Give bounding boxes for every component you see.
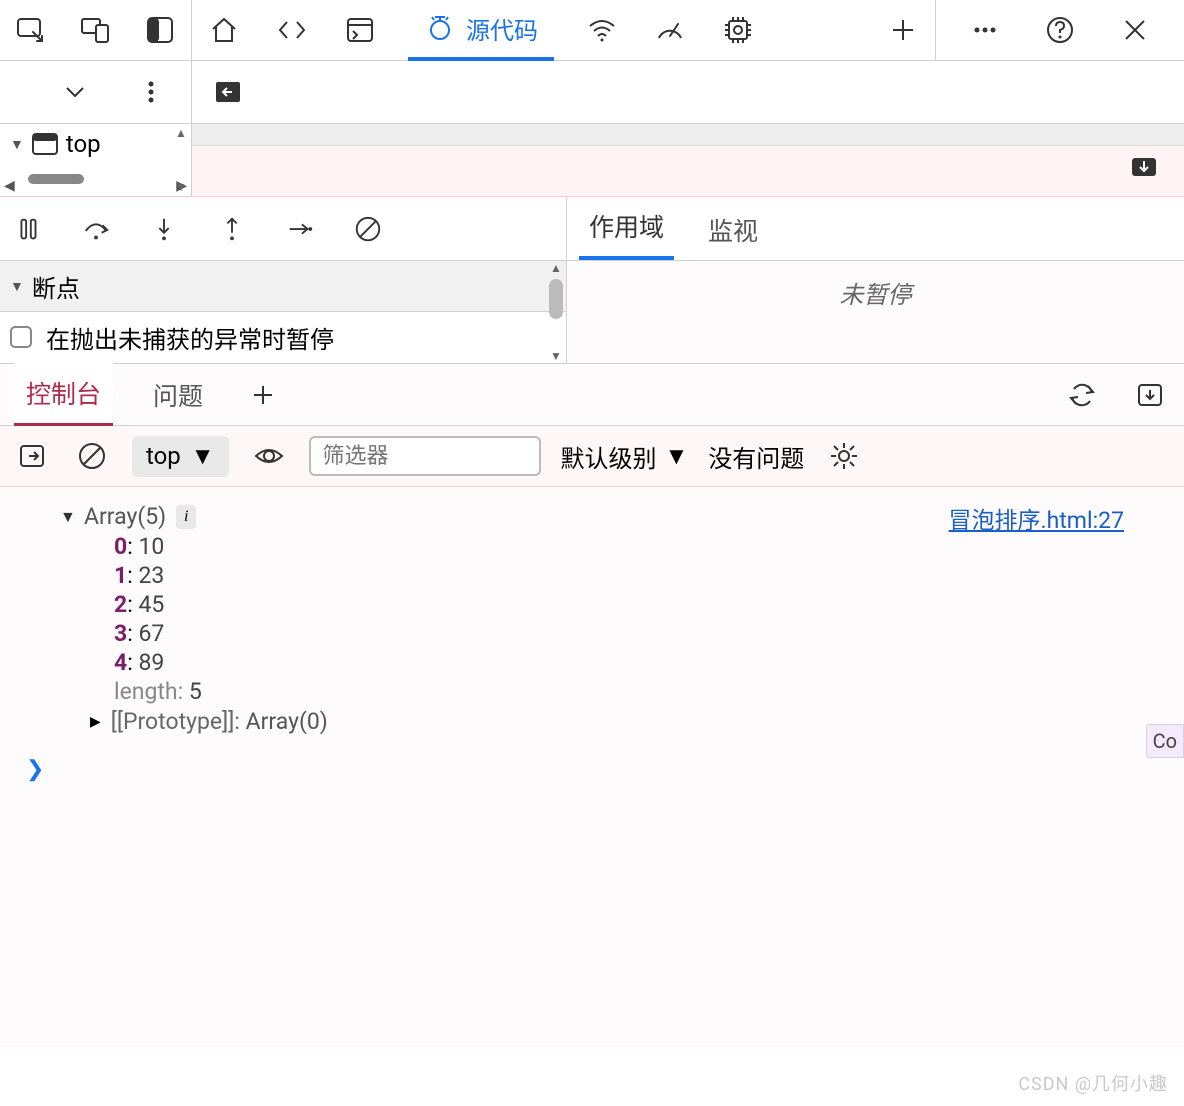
performance-gauge-icon[interactable] — [650, 10, 690, 50]
array-item: 4: 89 — [20, 648, 1164, 677]
download-icon[interactable] — [1124, 146, 1164, 186]
close-icon[interactable] — [1115, 10, 1155, 50]
memory-chip-icon[interactable] — [718, 10, 758, 50]
collapse-sidebar-icon[interactable] — [208, 72, 248, 112]
tab-issues[interactable]: 问题 — [141, 365, 215, 425]
window-icon — [32, 133, 58, 155]
kebab-menu-icon[interactable] — [131, 72, 171, 112]
add-drawer-tab-icon[interactable] — [243, 375, 283, 415]
array-item: 3: 67 — [20, 619, 1164, 648]
step-into-icon[interactable] — [144, 209, 184, 249]
checkbox-icon[interactable] — [10, 326, 32, 348]
step-out-icon[interactable] — [212, 209, 252, 249]
filter-input[interactable] — [309, 436, 541, 476]
no-issues-text: 没有问题 — [708, 439, 804, 474]
frame-top-row[interactable]: ▼ top — [0, 124, 191, 164]
context-selector[interactable]: top ▼ — [132, 436, 229, 477]
console-panel-icon[interactable] — [340, 10, 380, 50]
inspect-element-icon[interactable] — [12, 10, 50, 50]
array-item: 0: 10 — [20, 532, 1164, 561]
tab-console[interactable]: 控制台 — [14, 363, 113, 426]
breakpoints-header-label: 断点 — [32, 269, 80, 304]
pause-on-uncaught-label: 在抛出未捕获的异常时暂停 — [46, 320, 334, 355]
caret-down-icon: ▼ — [10, 278, 24, 295]
dock-side-icon[interactable] — [141, 10, 179, 50]
more-dots-icon[interactable] — [965, 10, 1005, 50]
scroll-up-icon[interactable]: ▲ — [550, 261, 562, 275]
device-toggle-icon[interactable] — [76, 10, 114, 50]
dock-drawer-icon[interactable] — [1130, 375, 1170, 415]
deactivate-breakpoints-icon[interactable] — [348, 209, 388, 249]
toggle-sidebar-icon[interactable] — [12, 436, 52, 476]
side-tag: Co — [1146, 724, 1184, 758]
clear-console-icon[interactable] — [72, 436, 112, 476]
pause-icon[interactable] — [8, 209, 48, 249]
tab-sources[interactable]: 源代码 — [408, 0, 554, 61]
source-link[interactable]: 冒泡排序.html:27 — [949, 501, 1124, 535]
add-tab-icon[interactable] — [883, 10, 923, 50]
console-prompt[interactable]: ❯ — [20, 737, 1164, 802]
array-item: 2: 45 — [20, 590, 1164, 619]
array-length-row: length: 5 — [20, 677, 1164, 706]
tab-watch[interactable]: 监视 — [698, 198, 768, 260]
settings-gear-icon[interactable] — [824, 436, 864, 476]
step-icon[interactable] — [280, 209, 320, 249]
caret-down-icon: ▼ — [191, 442, 215, 471]
log-level-label: 默认级别 — [561, 439, 657, 474]
scope-not-paused: 未暂停 — [567, 261, 1184, 363]
frame-top-label: top — [66, 130, 101, 158]
breakpoints-header[interactable]: ▼ 断点 — [0, 261, 566, 312]
chevron-down-icon[interactable] — [55, 72, 95, 112]
info-badge-icon[interactable]: i — [176, 505, 196, 529]
scroll-left-icon[interactable]: ◀ — [4, 178, 15, 194]
step-over-icon[interactable] — [76, 209, 116, 249]
scroll-down-icon[interactable]: ▼ — [550, 349, 562, 363]
elements-home-icon[interactable] — [204, 10, 244, 50]
refresh-sync-icon[interactable] — [1062, 375, 1102, 415]
context-label: top — [146, 442, 181, 470]
array-item: 1: 23 — [20, 561, 1164, 590]
live-expression-eye-icon[interactable] — [249, 436, 289, 476]
caret-down-icon: ▼ — [665, 442, 689, 471]
scrollbar-thumb[interactable] — [549, 279, 563, 319]
tab-scope[interactable]: 作用域 — [579, 194, 674, 260]
caret-right-icon: ▶ — [90, 714, 101, 730]
watermark: CSDN @几何小趣 — [1018, 1070, 1168, 1096]
help-icon[interactable] — [1040, 10, 1080, 50]
caret-down-icon: ▼ — [10, 136, 24, 153]
code-icon[interactable] — [272, 10, 312, 50]
network-wifi-icon[interactable] — [582, 10, 622, 50]
caret-down-icon: ▼ — [60, 507, 74, 527]
scroll-down-icon[interactable]: ▼ — [175, 180, 187, 194]
pause-on-uncaught-row[interactable]: 在抛出未捕获的异常时暂停 — [0, 312, 566, 362]
array-header-label: Array(5) — [84, 503, 166, 530]
log-level-selector[interactable]: 默认级别 ▼ — [561, 439, 689, 474]
scroll-up-icon[interactable]: ▲ — [175, 126, 187, 140]
prototype-row[interactable]: ▶ [[Prototype]]: Array(0) — [20, 706, 1164, 737]
tab-sources-label: 源代码 — [466, 11, 538, 46]
console-body: 冒泡排序.html:27 ▼ Array(5) i 0: 101: 232: 4… — [0, 487, 1184, 1047]
